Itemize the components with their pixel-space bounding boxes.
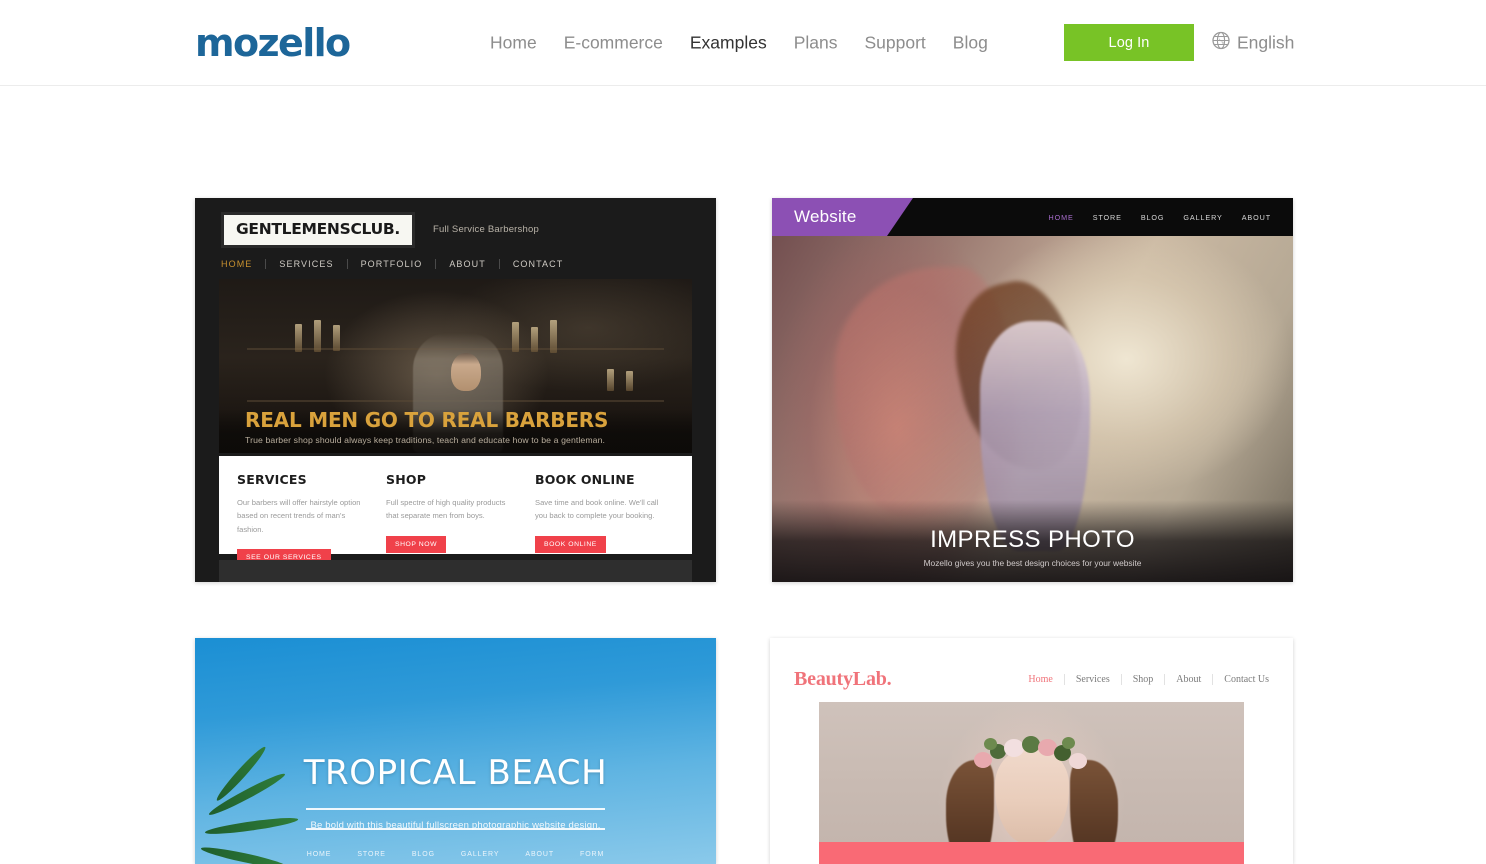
nav-item-blog[interactable]: Blog	[953, 32, 1015, 53]
tb-navigation: HOME STORE BLOG GALLERY ABOUT FORM	[195, 851, 716, 858]
flower-decor	[1004, 739, 1024, 757]
gc-column-shop: SHOP Full spectre of high quality produc…	[386, 472, 525, 554]
example-card-tropicalbeach[interactable]: TROPICAL BEACH Be bold with this beautif…	[195, 638, 716, 864]
example-card-beautylab[interactable]: BeautyLab. Home Services Shop About Cont…	[770, 638, 1293, 864]
gc-logo: GENTLEMENSCLUB.	[221, 212, 415, 248]
example-card-gentlemensclub[interactable]: GENTLEMENSCLUB. Full Service Barbershop …	[195, 198, 716, 582]
gc-column-text: Full spectre of high quality products th…	[386, 496, 517, 523]
bottle-decor	[295, 324, 302, 352]
gc-column-services: SERVICES Our barbers will offer hairstyl…	[237, 472, 376, 554]
gc-nav-home[interactable]: HOME	[221, 259, 266, 269]
gc-services-panel: SERVICES Our barbers will offer hairstyl…	[219, 456, 692, 554]
leaf-decor	[1062, 737, 1075, 749]
gc-nav-services[interactable]: SERVICES	[266, 259, 347, 269]
bl-nav-shop[interactable]: Shop	[1122, 674, 1166, 685]
gc-column-title: BOOK ONLINE	[535, 472, 666, 487]
gc-column-title: SERVICES	[237, 472, 368, 487]
gc-nav-portfolio[interactable]: PORTFOLIO	[348, 259, 437, 269]
leaf-decor	[984, 738, 997, 750]
example-card-impressphoto[interactable]: Website HOME STORE BLOG GALLERY ABOUT IM…	[772, 198, 1293, 582]
ip-title: IMPRESS PHOTO	[772, 527, 1293, 553]
gc-header: GENTLEMENSCLUB. Full Service Barbershop	[195, 198, 716, 248]
globe-icon	[1212, 31, 1230, 54]
bottle-decor	[607, 369, 614, 391]
gc-headline: REAL MEN GO TO REAL BARBERS	[245, 409, 666, 432]
tb-nav-blog[interactable]: BLOG	[412, 851, 435, 858]
tb-nav-form[interactable]: FORM	[580, 851, 604, 858]
bottle-decor	[333, 325, 340, 351]
examples-grid: GENTLEMENSCLUB. Full Service Barbershop …	[0, 86, 1486, 112]
ip-subtitle: Mozello gives you the best design choice…	[772, 558, 1293, 568]
beautylab-preview: BeautyLab. Home Services Shop About Cont…	[770, 638, 1293, 864]
gc-nav-about[interactable]: ABOUT	[436, 259, 500, 269]
tb-nav-store[interactable]: STORE	[357, 851, 386, 858]
bl-header: BeautyLab. Home Services Shop About Cont…	[770, 638, 1293, 691]
ip-nav-blog[interactable]: BLOG	[1141, 213, 1165, 222]
bottle-decor	[531, 327, 538, 352]
bl-nav-home[interactable]: Home	[1017, 674, 1064, 685]
bl-color-band	[819, 842, 1244, 864]
gc-hero-image: REAL MEN GO TO REAL BARBERS True barber …	[219, 279, 692, 453]
gc-navigation: HOME SERVICES PORTFOLIO ABOUT CONTACT	[195, 248, 716, 279]
mozello-logo[interactable]: mozello	[195, 24, 350, 62]
gc-cta-book-online[interactable]: BOOK ONLINE	[535, 536, 606, 553]
barber-head	[451, 353, 481, 391]
gc-footer-band	[219, 560, 692, 582]
flower-decor	[1069, 753, 1087, 769]
gc-nav-contact[interactable]: CONTACT	[500, 259, 577, 269]
site-header: mozello Home E-commerce Examples Plans S…	[0, 0, 1486, 86]
gc-column-text: Our barbers will offer hairstyle option …	[237, 496, 368, 536]
gc-column-text: Save time and book online. We'll call yo…	[535, 496, 666, 523]
ip-nav-home[interactable]: HOME	[1049, 213, 1074, 222]
nav-item-ecommerce[interactable]: E-commerce	[564, 32, 690, 53]
nav-item-examples[interactable]: Examples	[690, 32, 794, 53]
gentlemensclub-preview: GENTLEMENSCLUB. Full Service Barbershop …	[195, 198, 716, 582]
gc-tagline: Full Service Barbershop	[433, 224, 539, 235]
ip-nav-gallery[interactable]: GALLERY	[1183, 213, 1222, 222]
tb-nav-home[interactable]: HOME	[307, 851, 332, 858]
website-badge-label: Website	[794, 207, 857, 227]
bl-navigation: Home Services Shop About Contact Us	[1017, 674, 1269, 685]
flower-decor	[974, 752, 992, 768]
divider-bottom	[306, 828, 605, 830]
bl-nav-contact-us[interactable]: Contact Us	[1213, 674, 1269, 685]
ip-nav-about[interactable]: ABOUT	[1242, 213, 1271, 222]
ip-nav-store[interactable]: STORE	[1093, 213, 1122, 222]
impressphoto-preview: Website HOME STORE BLOG GALLERY ABOUT IM…	[772, 198, 1293, 582]
bl-hero-image	[819, 702, 1244, 864]
main-navigation: Home E-commerce Examples Plans Support B…	[490, 32, 1015, 53]
bl-nav-about[interactable]: About	[1165, 674, 1213, 685]
tropicalbeach-preview: TROPICAL BEACH Be bold with this beautif…	[195, 638, 716, 864]
nav-item-support[interactable]: Support	[865, 32, 953, 53]
ip-caption: IMPRESS PHOTO Mozello gives you the best…	[772, 500, 1293, 582]
bottle-decor	[314, 320, 321, 352]
gc-cta-shop-now[interactable]: SHOP NOW	[386, 536, 446, 553]
ip-header: Website HOME STORE BLOG GALLERY ABOUT	[772, 198, 1293, 236]
bottle-decor	[550, 320, 557, 353]
gc-subheadline: True barber shop should always keep trad…	[245, 435, 666, 445]
nav-item-home[interactable]: Home	[490, 32, 564, 53]
language-label: English	[1237, 32, 1294, 53]
website-badge: Website	[772, 198, 887, 236]
tb-nav-gallery[interactable]: GALLERY	[461, 851, 499, 858]
login-button[interactable]: Log In	[1064, 24, 1194, 61]
flower-crown	[970, 736, 1094, 778]
bl-logo: BeautyLab.	[794, 668, 891, 691]
ip-navigation: HOME STORE BLOG GALLERY ABOUT	[1049, 213, 1293, 222]
language-selector[interactable]: English	[1212, 31, 1294, 54]
tb-nav-about[interactable]: ABOUT	[525, 851, 554, 858]
nav-item-plans[interactable]: Plans	[794, 32, 865, 53]
tb-title: TROPICAL BEACH	[195, 756, 716, 790]
divider-top	[306, 808, 605, 810]
gc-column-book-online: BOOK ONLINE Save time and book online. W…	[535, 472, 674, 554]
bottle-decor	[512, 322, 519, 352]
gc-hero-caption: REAL MEN GO TO REAL BARBERS True barber …	[219, 409, 692, 453]
bl-nav-services[interactable]: Services	[1065, 674, 1122, 685]
gc-column-title: SHOP	[386, 472, 517, 487]
bottle-decor	[626, 371, 633, 391]
